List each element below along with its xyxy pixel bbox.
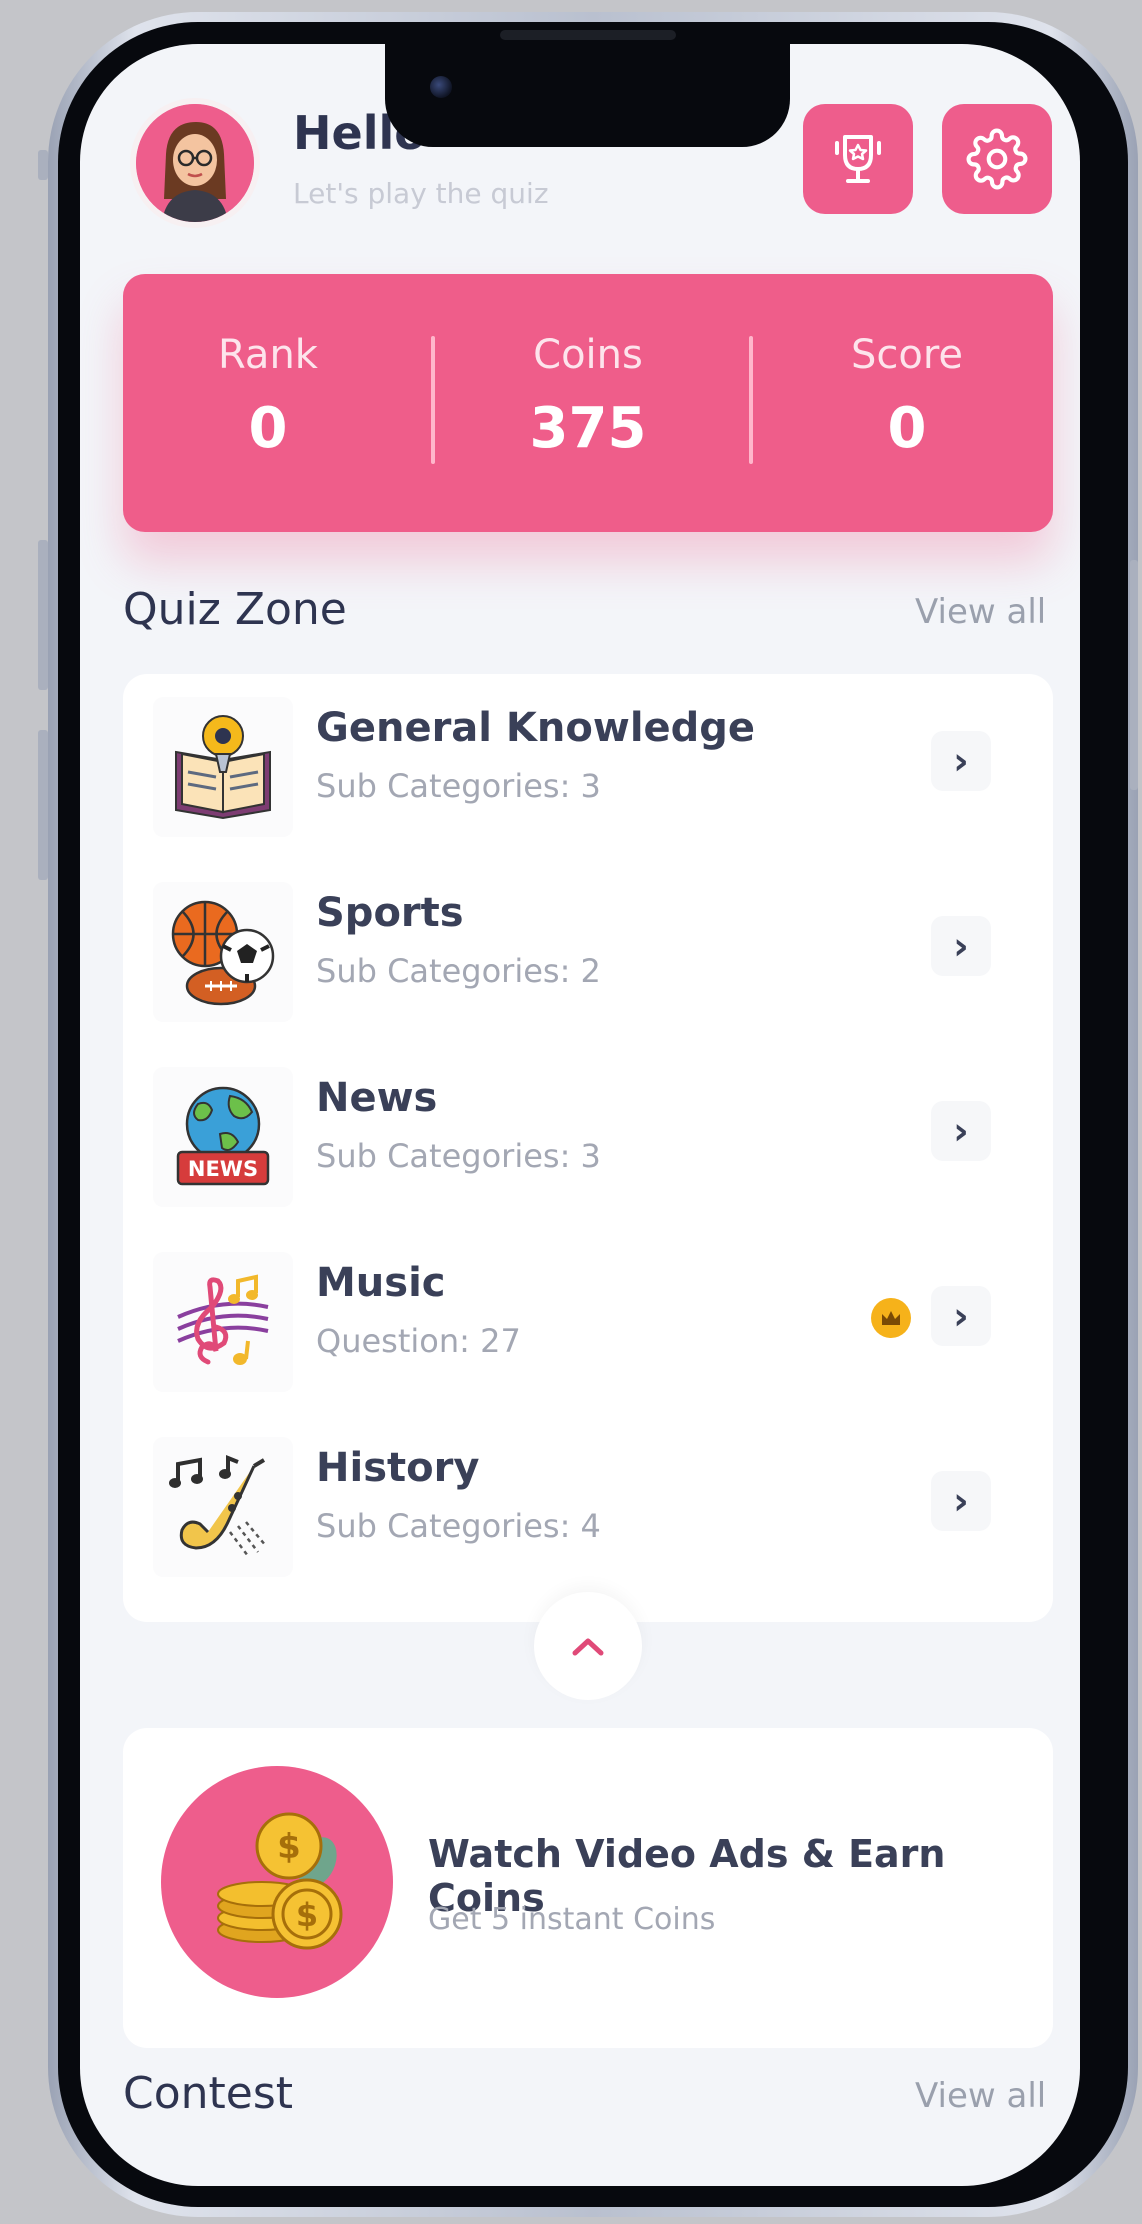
music-notes-icon: [153, 1252, 293, 1392]
quiz-item-subtitle: Sub Categories: 2: [316, 952, 601, 990]
quiz-zone-list: General Knowledge Sub Categories: 3 › Sp…: [123, 674, 1053, 1622]
stats-card: Rank 0 Coins 375 Score 0: [123, 274, 1053, 532]
contest-title: Contest: [123, 2068, 294, 2119]
greeting-subtitle: Let's play the quiz: [293, 177, 549, 210]
leaderboard-button[interactable]: [803, 104, 913, 214]
collapse-list-button[interactable]: [534, 1592, 642, 1700]
stats-divider: [431, 336, 435, 464]
score-value: 0: [887, 396, 927, 461]
saxophone-icon: [153, 1437, 293, 1577]
svg-text:$: $: [277, 1827, 301, 1867]
chevron-right-icon[interactable]: ›: [931, 731, 991, 791]
trophy-icon: [835, 135, 881, 183]
coins-value: 375: [529, 396, 647, 461]
front-camera: [430, 76, 452, 98]
chevron-right-icon[interactable]: ›: [931, 1101, 991, 1161]
rank-value: 0: [248, 396, 288, 461]
stats-divider: [749, 336, 753, 464]
quiz-item-title: Music: [316, 1260, 446, 1306]
news-icon-label: NEWS: [188, 1157, 258, 1181]
sports-balls-icon: [153, 882, 293, 1022]
contest-view-all-link[interactable]: View all: [915, 2076, 1046, 2116]
coins-stat: Coins 375: [458, 332, 718, 461]
quiz-item-title: Sports: [316, 890, 464, 936]
chevron-up-icon: [572, 1638, 604, 1656]
quiz-zone-title: Quiz Zone: [123, 584, 347, 635]
mute-switch: [38, 150, 48, 180]
rank-stat: Rank 0: [138, 332, 398, 461]
quiz-item-music[interactable]: Music Question: 27 ›: [123, 1242, 1053, 1392]
quiz-item-title: History: [316, 1445, 480, 1491]
coins-label: Coins: [533, 332, 643, 378]
app-screen: Hello Let's play the quiz Rank 0 Coins 3…: [80, 44, 1080, 2186]
premium-crown-icon: [871, 1298, 911, 1338]
power-button: [1130, 560, 1138, 790]
chevron-right-icon[interactable]: ›: [931, 1471, 991, 1531]
quiz-item-subtitle: Sub Categories: 4: [316, 1507, 601, 1545]
volume-up-button: [38, 540, 48, 690]
phone-speaker: [500, 30, 676, 40]
quiz-item-subtitle: Sub Categories: 3: [316, 767, 601, 805]
watch-ads-subtitle: Get 5 instant Coins: [428, 1902, 716, 1937]
quiz-item-general-knowledge[interactable]: General Knowledge Sub Categories: 3 ›: [123, 687, 1053, 837]
coins-stack-icon: $ $: [161, 1766, 393, 1998]
quiz-item-subtitle: Question: 27: [316, 1322, 521, 1360]
watch-ads-card[interactable]: $ $ Watch Video Ads & Earn Coins Get 5 i…: [123, 1728, 1053, 2048]
user-avatar-icon[interactable]: [130, 98, 260, 228]
score-stat: Score 0: [777, 332, 1037, 461]
quiz-item-title: News: [316, 1075, 438, 1121]
rank-label: Rank: [218, 332, 318, 378]
news-globe-icon: NEWS: [153, 1067, 293, 1207]
chevron-right-icon[interactable]: ›: [931, 1286, 991, 1346]
volume-down-button: [38, 730, 48, 880]
quiz-item-history[interactable]: History Sub Categories: 4 ›: [123, 1427, 1053, 1577]
chevron-right-icon[interactable]: ›: [931, 916, 991, 976]
book-idea-icon: [153, 697, 293, 837]
gear-icon: [966, 128, 1028, 190]
quiz-item-news[interactable]: NEWS News Sub Categories: 3 ›: [123, 1057, 1053, 1207]
settings-button[interactable]: [942, 104, 1052, 214]
quiz-item-sports[interactable]: Sports Sub Categories: 2 ›: [123, 872, 1053, 1022]
quiz-item-subtitle: Sub Categories: 3: [316, 1137, 601, 1175]
quiz-item-title: General Knowledge: [316, 705, 756, 751]
score-label: Score: [850, 332, 964, 378]
quiz-zone-view-all-link[interactable]: View all: [915, 592, 1046, 632]
svg-text:$: $: [296, 1896, 318, 1934]
